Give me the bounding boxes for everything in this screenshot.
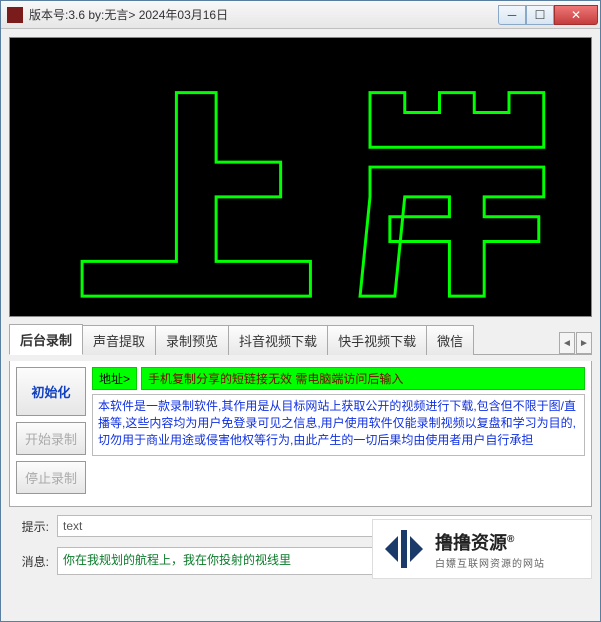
watermark-overlay: 撸撸资源® 白嫖互联网资源的网站 — [372, 519, 592, 579]
description-text: 本软件是一款录制软件,其作用是从目标网站上获取公开的视频进行下载,包含但不限于图… — [92, 394, 585, 456]
prompt-label: 提示: — [9, 518, 49, 535]
tab-record[interactable]: 后台录制 — [9, 324, 83, 355]
tab-wechat[interactable]: 微信 — [426, 325, 474, 355]
content-area: 后台录制 声音提取 录制预览 抖音视频下载 快手视频下载 微信 ◄ ► 初始化 … — [1, 29, 600, 621]
graphics-canvas — [9, 37, 592, 317]
message-label: 消息: — [9, 553, 49, 570]
address-input[interactable]: 手机复制分享的短链接无效 需电脑端访问后输入 — [141, 367, 585, 390]
tab-panel-record: 初始化 开始录制 停止录制 地址> 手机复制分享的短链接无效 需电脑端访问后输入… — [9, 361, 592, 507]
app-window: 版本号:3.6 by:无言> 2024年03月16日 ─ ☐ ✕ — [0, 0, 601, 622]
left-button-column: 初始化 开始录制 停止录制 — [16, 367, 86, 494]
window-title: 版本号:3.6 by:无言> 2024年03月16日 — [29, 6, 498, 23]
tab-kuaishou[interactable]: 快手视频下载 — [327, 325, 427, 355]
maximize-button[interactable]: ☐ — [526, 5, 554, 25]
tab-douyin[interactable]: 抖音视频下载 — [228, 325, 328, 355]
tab-strip: 后台录制 声音提取 录制预览 抖音视频下载 快手视频下载 微信 ◄ ► — [9, 323, 592, 355]
tab-audio[interactable]: 声音提取 — [82, 325, 156, 355]
stop-record-button[interactable]: 停止录制 — [16, 461, 86, 494]
window-controls: ─ ☐ ✕ — [498, 5, 598, 25]
tab-scroll-right-icon[interactable]: ► — [576, 332, 592, 354]
canvas-svg — [10, 38, 591, 316]
minimize-button[interactable]: ─ — [498, 5, 526, 25]
address-row: 地址> 手机复制分享的短链接无效 需电脑端访问后输入 — [92, 367, 585, 390]
init-button[interactable]: 初始化 — [16, 367, 86, 416]
right-column: 地址> 手机复制分享的短链接无效 需电脑端访问后输入 本软件是一款录制软件,其作… — [92, 367, 585, 456]
titlebar[interactable]: 版本号:3.6 by:无言> 2024年03月16日 ─ ☐ ✕ — [1, 1, 600, 29]
tab-scroll-left-icon[interactable]: ◄ — [559, 332, 575, 354]
tab-scroll: ◄ ► — [559, 332, 592, 354]
address-label: 地址> — [92, 367, 137, 390]
watermark-main: 撸撸资源® — [435, 529, 545, 555]
message-row: 消息: 你在我规划的航程上，我在你投射的视线里 新增 撸撸资源® 白嫖互联网资源… — [9, 545, 592, 577]
tab-preview[interactable]: 录制预览 — [155, 325, 229, 355]
watermark-logo-icon — [381, 526, 427, 572]
close-button[interactable]: ✕ — [554, 5, 598, 25]
start-record-button[interactable]: 开始录制 — [16, 422, 86, 455]
watermark-text: 撸撸资源® 白嫖互联网资源的网站 — [435, 529, 545, 570]
app-icon — [7, 7, 23, 23]
watermark-sub: 白嫖互联网资源的网站 — [435, 555, 545, 570]
